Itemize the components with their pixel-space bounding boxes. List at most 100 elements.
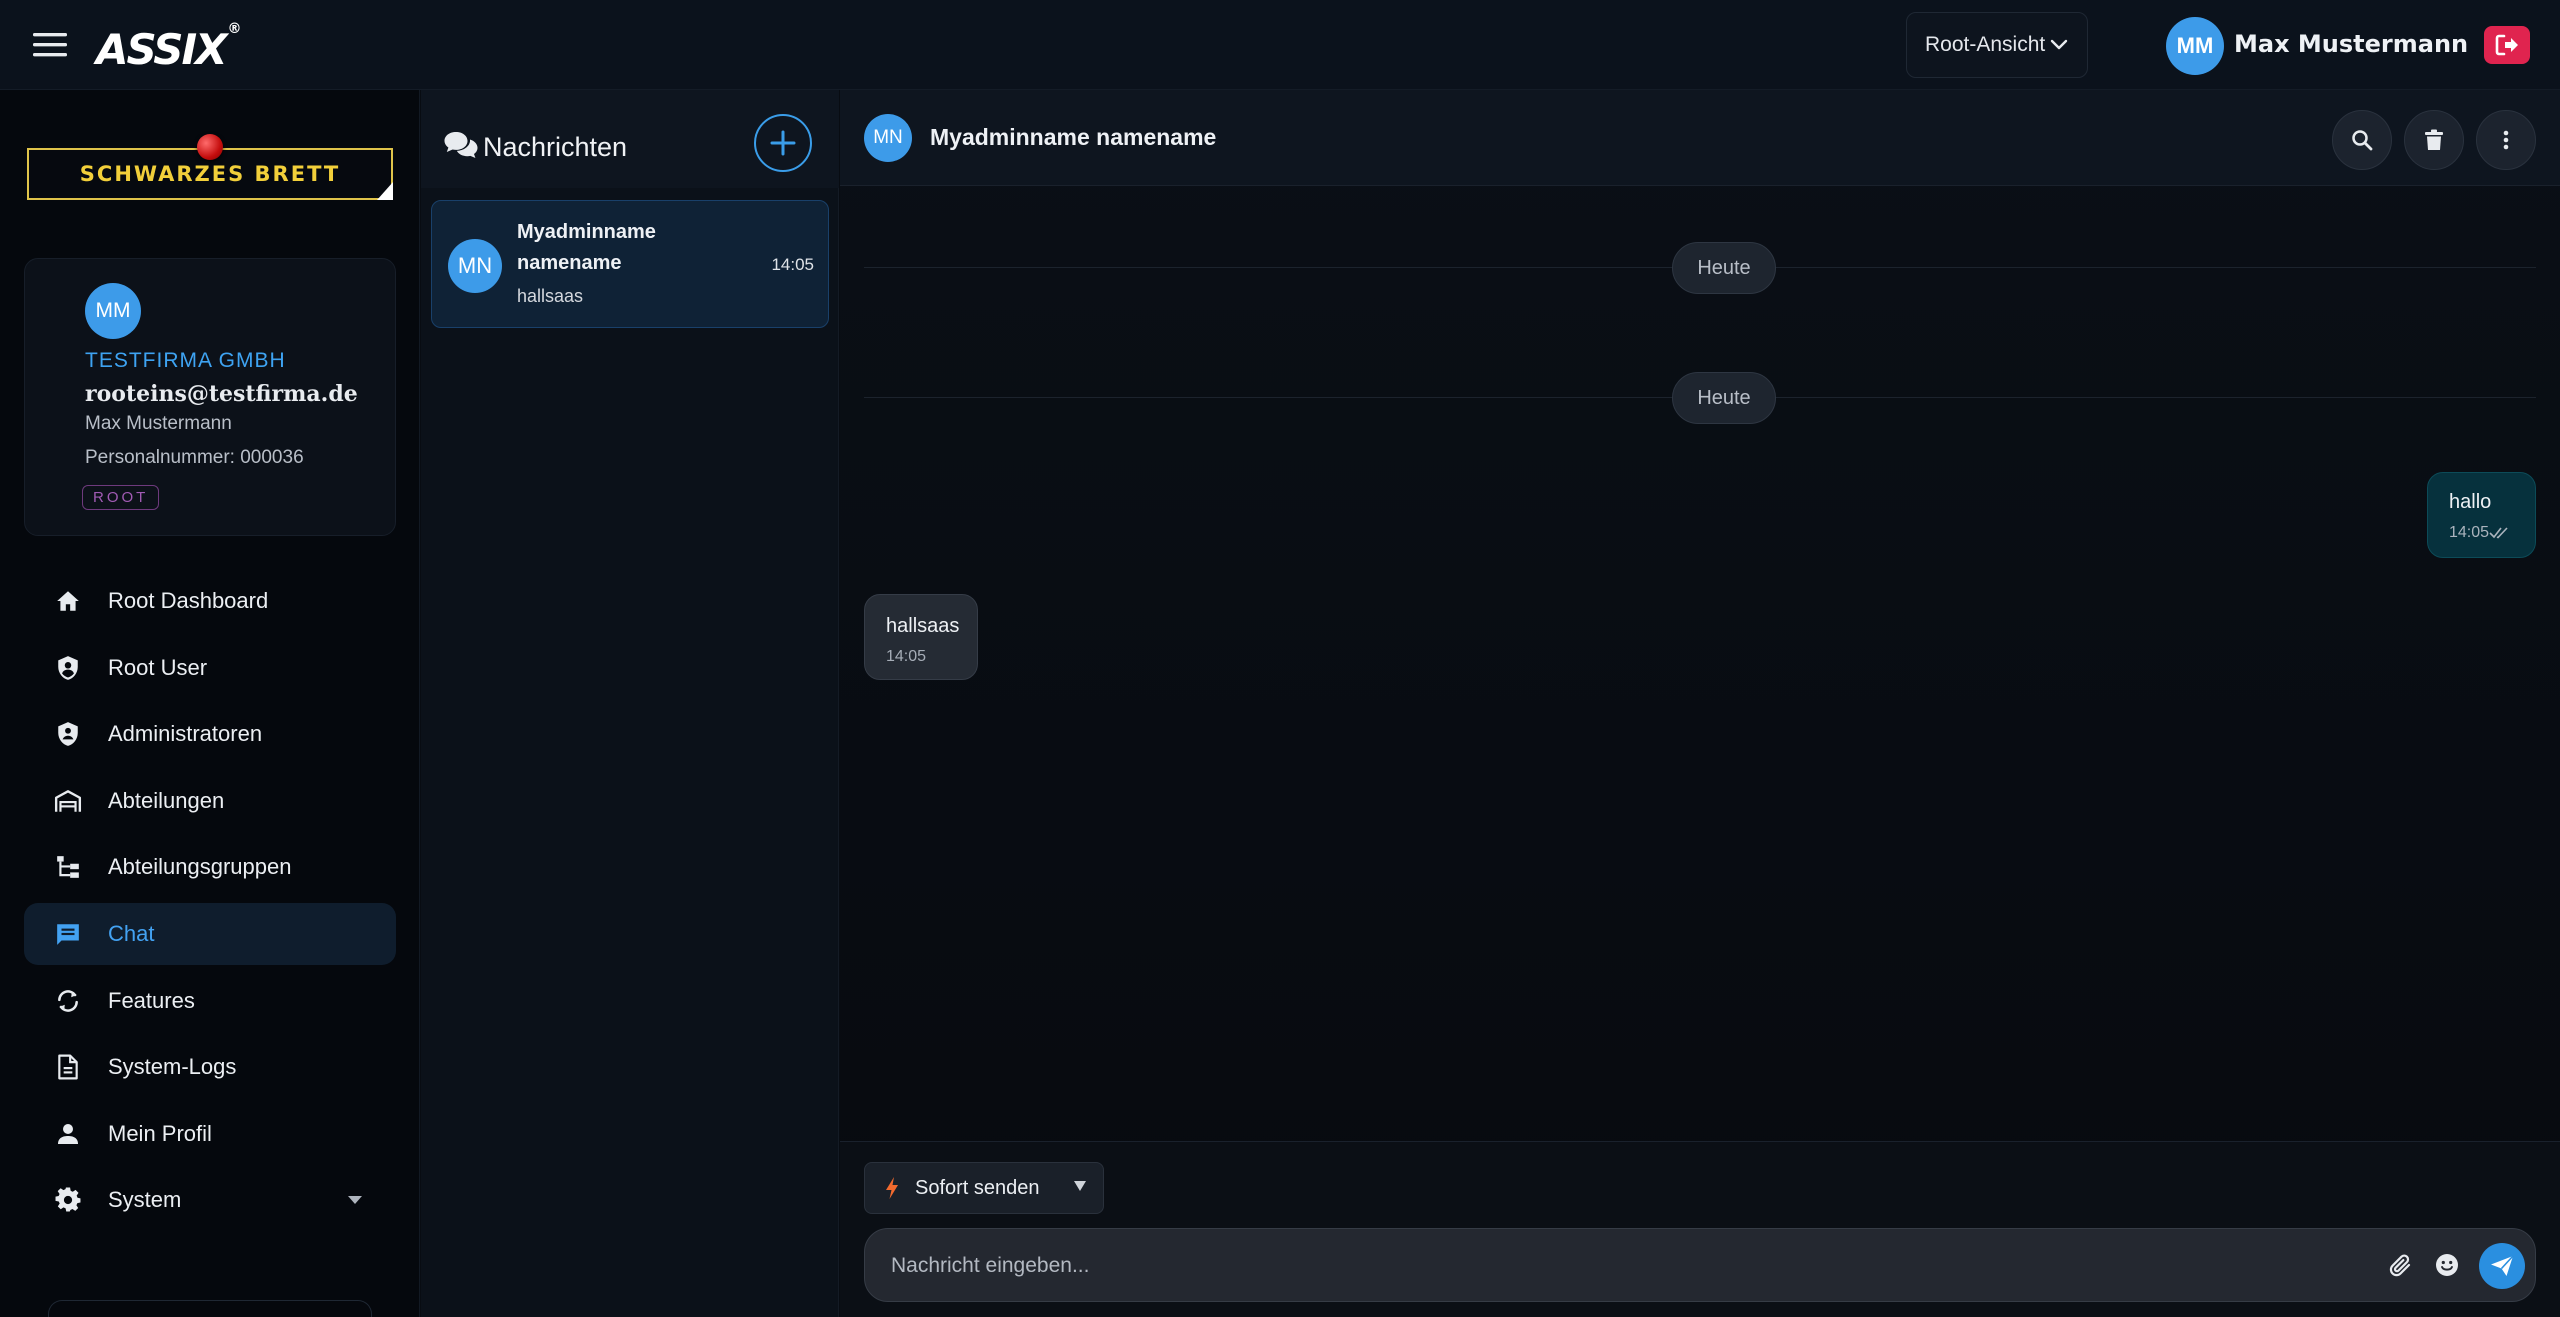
message-input[interactable] — [891, 1247, 2341, 1285]
shield-admin-icon — [54, 720, 82, 748]
profile-name: Max Mustermann — [85, 413, 232, 434]
bulletin-board-label: SCHWARZES BRETT — [79, 162, 341, 186]
sidebar-item-abteilungen[interactable]: Abteilungen — [24, 770, 396, 832]
message-incoming[interactable]: hallsaas 14:05 — [864, 594, 978, 680]
sidebar-nav: Root Dashboard Root User Administratoren… — [24, 570, 396, 1236]
sidebar-item-root-user[interactable]: Root User — [24, 637, 396, 699]
day-divider-label: Heute — [1672, 242, 1776, 294]
building-icon — [54, 787, 82, 815]
personnel-number: Personalnummer: 000036 — [85, 447, 304, 468]
send-mode-value: Sofort senden — [915, 1176, 1040, 1199]
sync-icon — [54, 987, 82, 1015]
shield-user-icon — [54, 654, 82, 682]
profile-avatar: MM — [85, 283, 141, 339]
sidebar-item-label: Chat — [108, 920, 155, 946]
logout-button[interactable] — [2484, 26, 2530, 64]
document-icon — [54, 1053, 82, 1081]
conversation-avatar: MN — [448, 239, 502, 293]
conversation-item[interactable]: MN Myadminname namename 14:05 hallsaas — [431, 200, 829, 328]
sidebar-item-label: Features — [108, 987, 195, 1013]
page-fold-decoration — [377, 182, 393, 200]
person-icon — [54, 1120, 82, 1148]
chat-partner-name: Myadminname namename — [930, 124, 1217, 150]
delete-chat-button[interactable] — [2404, 110, 2464, 170]
search-button[interactable] — [2332, 110, 2392, 170]
top-bar: ASSIX ® Root-Ansicht MM Max Mustermann — [0, 0, 2560, 90]
message-text: hallsaas — [886, 615, 960, 637]
emoji-icon[interactable] — [2435, 1253, 2459, 1277]
message-outgoing[interactable]: hallo 14:05 — [2427, 472, 2536, 558]
more-options-button[interactable] — [2476, 110, 2536, 170]
day-divider: Heute — [864, 372, 2536, 424]
new-chat-button[interactable] — [754, 114, 812, 172]
caret-down-icon — [1074, 1181, 1086, 1191]
message-composer: Sofort senden — [840, 1141, 2560, 1317]
user-name[interactable]: Max Mustermann — [2234, 30, 2468, 58]
sidebar-item-system[interactable]: System — [24, 1169, 396, 1231]
sidebar-item-label: System-Logs — [108, 1054, 237, 1080]
sidebar-item-root-dashboard[interactable]: Root Dashboard — [24, 570, 396, 632]
conversation-list-header: Nachrichten — [421, 90, 839, 188]
conversation-name: Myadminname namename — [517, 221, 656, 274]
conversation-time: 14:05 — [771, 255, 814, 274]
bulletin-board-button[interactable]: SCHWARZES BRETT — [27, 134, 393, 200]
sidebar-item-label: Mein Profil — [108, 1120, 212, 1146]
pin-icon — [197, 134, 223, 160]
search-icon — [2352, 130, 2373, 151]
message-input-wrapper — [864, 1228, 2536, 1302]
logout-icon — [2495, 34, 2518, 56]
role-badge: ROOT — [82, 485, 160, 510]
chat-icon — [54, 920, 82, 948]
caret-down-icon — [348, 1196, 362, 1205]
view-select-value: Root-Ansicht — [1925, 33, 2046, 56]
menu-icon[interactable] — [30, 28, 72, 62]
sidebar-item-label: Root Dashboard — [108, 588, 269, 613]
sidebar-item-abteilungsgruppen[interactable]: Abteilungsgruppen — [24, 836, 396, 898]
day-divider: Heute — [864, 242, 2536, 294]
gear-icon — [54, 1186, 82, 1214]
profile-card: MM TESTFIRMA GMBH rooteins@testfirma.de … — [24, 258, 396, 536]
more-vertical-icon — [2503, 130, 2509, 150]
sidebar-item-label: Administratoren — [108, 721, 263, 747]
message-time: 14:05 — [886, 648, 927, 665]
sidebar-item-administratoren[interactable]: Administratoren — [24, 703, 396, 765]
send-button[interactable] — [2479, 1243, 2525, 1289]
view-select[interactable]: Root-Ansicht — [1906, 12, 2088, 78]
conversation-list: Nachrichten MN Myadminname namename 14:0… — [421, 90, 839, 1317]
chat-partner-avatar: MN — [864, 114, 912, 162]
chats-icon — [444, 132, 478, 158]
chevron-down-icon — [2050, 39, 2068, 50]
conversation-preview: hallsaas — [517, 286, 584, 306]
lightning-icon — [886, 1177, 898, 1199]
hierarchy-icon — [54, 853, 82, 881]
logo-text: ASSIX — [96, 25, 228, 74]
trash-icon — [2425, 129, 2443, 150]
profile-email: rooteins@testfirma.de — [85, 381, 358, 407]
paperclip-icon[interactable] — [2389, 1253, 2413, 1279]
app-logo[interactable]: ASSIX ® — [96, 20, 242, 74]
chat-pane: MN Myadminname namename Heute Heute hall… — [840, 90, 2560, 1317]
sidebar: SCHWARZES BRETT MM TESTFIRMA GMBH rootei… — [0, 90, 420, 1317]
sidebar-item-label: System — [108, 1187, 182, 1213]
sidebar-footer-card — [48, 1300, 372, 1317]
sidebar-item-features[interactable]: Features — [24, 970, 396, 1032]
double-check-icon — [2489, 527, 2508, 539]
home-icon — [54, 587, 82, 615]
message-text: hallo — [2449, 491, 2492, 513]
sidebar-item-label: Abteilungsgruppen — [108, 854, 292, 880]
sidebar-item-system-logs[interactable]: System-Logs — [24, 1036, 396, 1098]
user-avatar[interactable]: MM — [2166, 17, 2224, 75]
conversation-list-title: Nachrichten — [483, 132, 628, 162]
message-meta: 14:05 — [2449, 524, 2535, 542]
logo-trademark: ® — [227, 21, 242, 37]
sidebar-item-label: Abteilungen — [108, 787, 225, 813]
sidebar-item-mein-profil[interactable]: Mein Profil — [24, 1103, 396, 1165]
company-name: TESTFIRMA GMBH — [85, 349, 286, 372]
send-icon — [2491, 1255, 2514, 1276]
sidebar-item-label: Root User — [108, 654, 208, 680]
sidebar-item-chat[interactable]: Chat — [24, 902, 396, 965]
message-time: 14:05 — [2449, 524, 2490, 541]
plus-icon — [770, 130, 796, 156]
send-mode-select[interactable]: Sofort senden — [864, 1162, 1104, 1214]
day-divider-label: Heute — [1672, 372, 1776, 424]
